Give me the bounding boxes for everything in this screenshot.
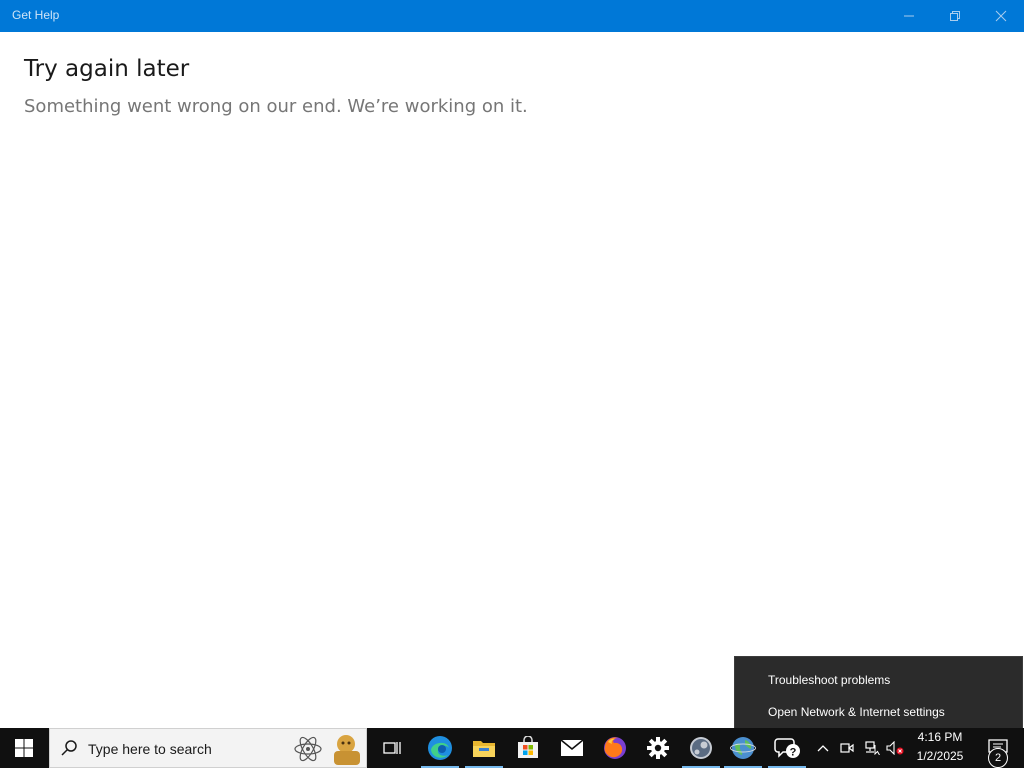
steam-icon bbox=[690, 737, 712, 759]
taskbar-steam[interactable] bbox=[678, 728, 724, 768]
task-view-icon bbox=[383, 742, 401, 754]
window-title: Get Help bbox=[12, 8, 60, 22]
clock-time: 4:16 PM bbox=[917, 730, 963, 744]
search-placeholder: Type here to search bbox=[88, 741, 212, 757]
firefox-icon bbox=[604, 737, 626, 759]
taskbar-mail[interactable] bbox=[549, 728, 595, 768]
restore-button[interactable] bbox=[932, 0, 978, 32]
globe-icon bbox=[730, 737, 756, 759]
network-icon bbox=[865, 741, 880, 755]
windows-logo-icon bbox=[15, 739, 33, 757]
content-area: Try again later Something went wrong on … bbox=[0, 32, 1024, 728]
taskbar: Type here to search ? 4:16 PM 1/2/2025 2 bbox=[0, 728, 1024, 768]
camera-icon bbox=[840, 743, 854, 753]
search-box[interactable]: Type here to search bbox=[49, 728, 367, 768]
task-view-button[interactable] bbox=[369, 728, 415, 768]
clock-date: 1/2/2025 bbox=[916, 749, 964, 763]
taskbar-globe-app[interactable] bbox=[720, 728, 766, 768]
close-button[interactable] bbox=[978, 0, 1024, 32]
menu-item-troubleshoot[interactable]: Troubleshoot problems bbox=[768, 673, 890, 687]
taskbar-microsoft-store[interactable] bbox=[505, 728, 551, 768]
clock[interactable]: 4:16 PM 1/2/2025 bbox=[904, 728, 976, 768]
edge-icon bbox=[428, 736, 452, 760]
close-icon bbox=[995, 10, 1007, 22]
chevron-up-icon bbox=[817, 745, 829, 752]
error-message: Something went wrong on our end. We’re w… bbox=[24, 96, 528, 117]
start-button[interactable] bbox=[0, 728, 48, 768]
menu-item-network-settings[interactable]: Open Network & Internet settings bbox=[768, 705, 945, 719]
mail-icon bbox=[560, 739, 584, 756]
tray-volume[interactable] bbox=[884, 728, 906, 768]
taskbar-firefox[interactable] bbox=[592, 728, 638, 768]
search-highlight-icon bbox=[294, 735, 360, 765]
svg-text:?: ? bbox=[790, 747, 797, 759]
search-icon bbox=[61, 740, 77, 756]
notification-count-badge: 2 bbox=[988, 748, 1008, 768]
volume-muted-icon bbox=[886, 741, 904, 755]
file-explorer-icon bbox=[473, 741, 495, 757]
minimize-icon bbox=[904, 15, 914, 17]
tray-network[interactable] bbox=[860, 728, 884, 768]
taskbar-settings[interactable] bbox=[635, 728, 681, 768]
error-heading: Try again later bbox=[24, 56, 190, 82]
tray-meet-now[interactable] bbox=[836, 728, 858, 768]
get-help-icon: ? bbox=[774, 738, 800, 759]
minimize-button[interactable] bbox=[886, 0, 932, 32]
network-context-menu: Troubleshoot problems Open Network & Int… bbox=[734, 656, 1023, 736]
show-hidden-icons-button[interactable] bbox=[812, 728, 834, 768]
restore-icon bbox=[950, 11, 960, 21]
settings-gear-icon bbox=[647, 737, 669, 759]
microsoft-store-icon bbox=[518, 736, 538, 758]
taskbar-edge[interactable] bbox=[417, 728, 463, 768]
taskbar-get-help[interactable]: ? bbox=[764, 728, 810, 768]
taskbar-file-explorer[interactable] bbox=[461, 728, 507, 768]
title-bar: Get Help bbox=[0, 0, 1024, 32]
